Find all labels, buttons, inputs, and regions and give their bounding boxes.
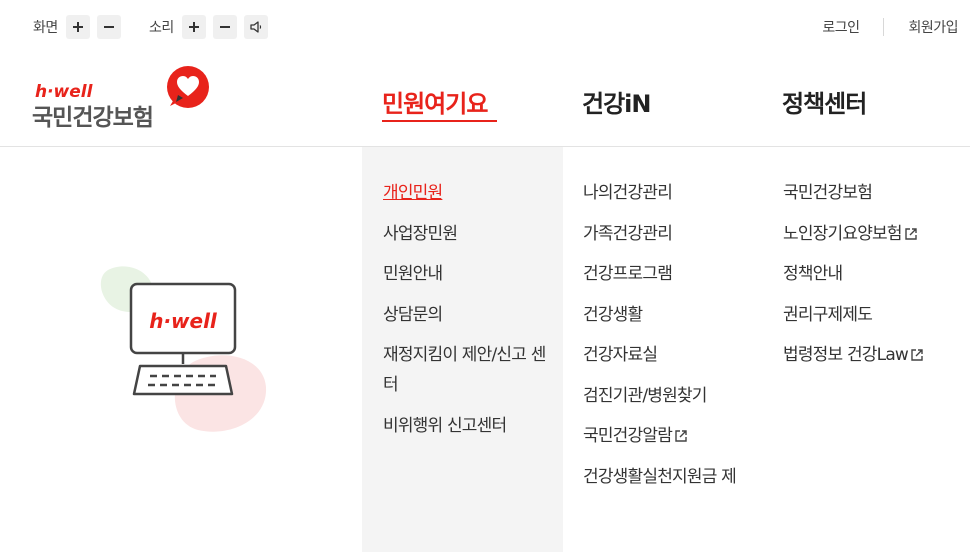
- minus-icon: [219, 26, 230, 28]
- volume-up-button[interactable]: [181, 15, 206, 39]
- illustration-screen-text: h·well: [149, 309, 218, 333]
- submenu-item[interactable]: 민원안내: [383, 259, 553, 289]
- submenu-policy-center: 국민건강보험 노인장기요양보험 정책안내 권리구제제도 법령정보 건강Law: [783, 178, 953, 381]
- login-link[interactable]: 로그인: [822, 17, 860, 37]
- submenu-item[interactable]: 가족건강관리: [583, 219, 743, 249]
- submenu-item[interactable]: 정책안내: [783, 259, 953, 289]
- submenu-item[interactable]: 재정지킴이 제안/신고 센터: [383, 340, 553, 400]
- submenu-item[interactable]: 국민건강보험: [783, 178, 953, 208]
- submenu-item[interactable]: 건강프로그램: [583, 259, 743, 289]
- divider: [883, 18, 885, 36]
- heart-icon: [167, 66, 209, 108]
- utility-bar: 화면 소리 로그인 회원가입: [0, 0, 970, 56]
- sound-label: 소리: [149, 20, 174, 36]
- computer-illustration: h·well: [100, 266, 267, 432]
- submenu-item[interactable]: 국민건강알람: [583, 421, 743, 451]
- signup-link[interactable]: 회원가입: [908, 17, 958, 37]
- submenu-item[interactable]: 비위행위 신고센터: [383, 411, 553, 441]
- submenu-item[interactable]: 나의건강관리: [583, 178, 743, 208]
- nav-health-in[interactable]: 건강iN: [582, 84, 651, 119]
- submenu-item[interactable]: 개인민원: [383, 178, 553, 208]
- submenu-item[interactable]: 권리구제제도: [783, 300, 953, 330]
- submenu-item[interactable]: 검진기관/병원찾기: [583, 381, 743, 411]
- submenu-item[interactable]: 건강생활실천지원금 제: [583, 462, 743, 492]
- speaker-icon: [250, 21, 261, 33]
- minus-icon: [103, 26, 114, 28]
- active-nav-underline: [382, 120, 497, 122]
- submenu-item[interactable]: 건강자료실: [583, 340, 743, 370]
- account-links: 로그인 회원가입: [822, 17, 958, 37]
- volume-down-button[interactable]: [212, 15, 237, 39]
- submenu-item[interactable]: 건강생활: [583, 300, 743, 330]
- plus-icon: [188, 22, 199, 32]
- submenu-health-in: 나의건강관리 가족건강관리 건강프로그램 건강생활 건강자료실 검진기관/병원찾…: [583, 178, 743, 502]
- submenu-item[interactable]: 노인장기요양보험: [783, 219, 953, 249]
- sound-controls: 소리: [149, 15, 275, 39]
- external-link-icon: [905, 227, 917, 240]
- nav-policy-center[interactable]: 정책센터: [782, 84, 867, 119]
- zoom-in-button[interactable]: [65, 15, 90, 39]
- plus-icon: [72, 22, 83, 32]
- external-link-icon: [911, 349, 923, 361]
- external-link-icon: [675, 430, 687, 442]
- logo-name-text: 국민건강보험: [32, 105, 154, 131]
- submenu-civil-affairs: 개인민원 사업장민원 민원안내 상담문의 재정지킴이 제안/신고 센터 비위행위…: [383, 178, 553, 451]
- submenu-item[interactable]: 사업장민원: [383, 219, 553, 249]
- screen-zoom-controls: 화면: [33, 15, 128, 39]
- submenu-item[interactable]: 상담문의: [383, 300, 553, 330]
- site-logo[interactable]: h·well 국민건강보험: [32, 66, 212, 131]
- zoom-out-button[interactable]: [96, 15, 121, 39]
- screen-label: 화면: [33, 20, 58, 36]
- submenu-item[interactable]: 법령정보 건강Law: [783, 340, 953, 370]
- speaker-button[interactable]: [243, 15, 268, 39]
- nav-civil-affairs[interactable]: 민원여기요: [382, 84, 488, 119]
